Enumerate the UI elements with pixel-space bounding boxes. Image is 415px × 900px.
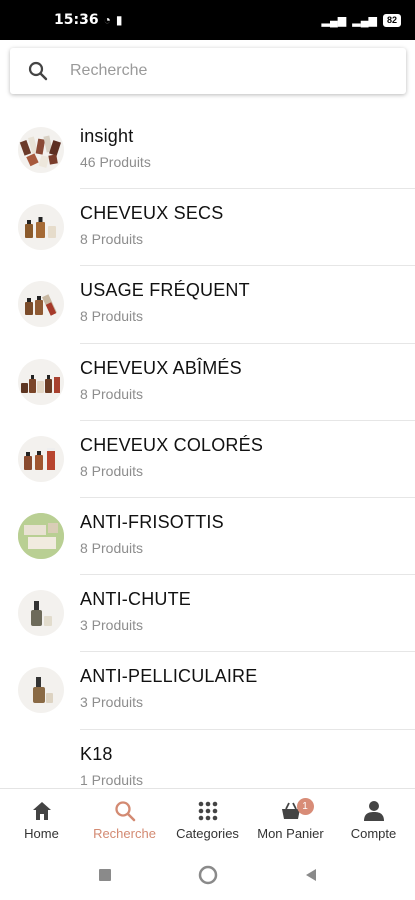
list-item-anti-pelliculaire[interactable]: ANTI-PELLICULAIRE 3 Produits: [0, 652, 415, 730]
item-count: 3 Produits: [80, 694, 144, 711]
item-title: CHEVEUX SECS: [80, 203, 224, 224]
list-item-anti-frisottis[interactable]: ANTI-FRISOTTIS 8 Produits: [0, 498, 415, 576]
home-icon: [32, 802, 51, 820]
search-bar[interactable]: [10, 48, 406, 94]
search-icon: [114, 801, 135, 822]
grid-icon: [198, 801, 217, 821]
item-count: 46 Produits: [80, 154, 151, 170]
search-icon: [28, 61, 48, 81]
list-item-cheveux-colores[interactable]: CHEVEUX COLORÉS 8 Produits: [0, 421, 415, 498]
cart-badge: 1: [296, 798, 314, 815]
item-title: CHEVEUX COLORÉS: [80, 434, 264, 455]
list-item-k18[interactable]: K18 1 Produits: [0, 730, 415, 789]
list-item-insight[interactable]: insight 46 Produits: [0, 112, 415, 190]
whatsapp-icon: ◔: [103, 13, 111, 27]
nav-mon-panier[interactable]: 1 Mon Panier: [249, 789, 332, 850]
signal-icon: ▂▄▆: [321, 14, 347, 27]
home-circle-icon[interactable]: [198, 865, 218, 885]
list-item-anti-chute[interactable]: ANTI-CHUTE 3 Produits: [0, 575, 415, 653]
item-title: ANTI-FRISOTTIS: [80, 511, 224, 532]
dry-hair-products-image: [18, 204, 64, 251]
colored-hair-products-image: [18, 435, 64, 482]
nav-categories[interactable]: Categories: [166, 789, 249, 850]
item-count: 3 Produits: [80, 617, 144, 634]
category-list: insight 46 Produits CHEVEUX SECS 8 Produ…: [0, 112, 415, 788]
item-count: 8 Produits: [80, 462, 144, 479]
nav-label: Mon Panier: [257, 826, 324, 841]
item-title: insight: [80, 126, 134, 146]
nav-home[interactable]: Home: [0, 789, 83, 850]
list-item-cheveux-abimes[interactable]: CHEVEUX ABÎMÉS 8 Produits: [0, 344, 415, 421]
item-title: K18: [80, 743, 113, 764]
trash-icon: ▮: [115, 13, 123, 27]
status-time: 15:36: [54, 12, 99, 28]
person-icon: [363, 801, 384, 821]
nav-compte[interactable]: Compte: [332, 789, 415, 850]
system-nav-bar: [0, 850, 415, 900]
item-title: ANTI-CHUTE: [80, 589, 191, 610]
item-title: ANTI-PELLICULAIRE: [80, 666, 258, 687]
item-count: 8 Produits: [80, 231, 144, 248]
search-input[interactable]: [70, 62, 370, 80]
damaged-hair-products-image: [18, 358, 64, 405]
item-count: 8 Produits: [80, 308, 144, 325]
battery-icon: 82: [382, 13, 401, 27]
item-title: USAGE FRÉQUENT: [80, 280, 250, 301]
item-count: 8 Produits: [80, 385, 144, 402]
status-bar: 15:36 ◔ ▮ ▂▄▆ ▂▄▆ 82: [0, 0, 415, 40]
nav-label: Home: [24, 826, 59, 841]
nav-recherche[interactable]: Recherche: [83, 789, 166, 850]
item-title: CHEVEUX ABÎMÉS: [80, 357, 242, 378]
recents-icon[interactable]: [98, 868, 112, 882]
item-count: 1 Produits: [80, 771, 144, 788]
frequent-use-products-image: [18, 281, 64, 328]
nav-label: Recherche: [93, 826, 156, 841]
nav-label: Compte: [350, 826, 397, 841]
anti-dandruff-products-image: [18, 667, 64, 714]
insight-products-image: [18, 127, 64, 173]
list-item-cheveux-secs[interactable]: CHEVEUX SECS 8 Produits: [0, 189, 415, 267]
item-count: 8 Produits: [80, 539, 144, 556]
anti-hairloss-products-image: [18, 590, 64, 637]
nav-label: Categories: [176, 826, 239, 841]
list-item-usage-frequent[interactable]: USAGE FRÉQUENT 8 Produits: [0, 266, 415, 344]
back-icon[interactable]: [304, 868, 318, 882]
anti-frizz-products-image: [18, 512, 64, 559]
signal-icon-2: ▂▄▆: [352, 14, 377, 27]
bottom-nav: Home Recherche Categories 1 Mon Panier C…: [0, 788, 415, 850]
